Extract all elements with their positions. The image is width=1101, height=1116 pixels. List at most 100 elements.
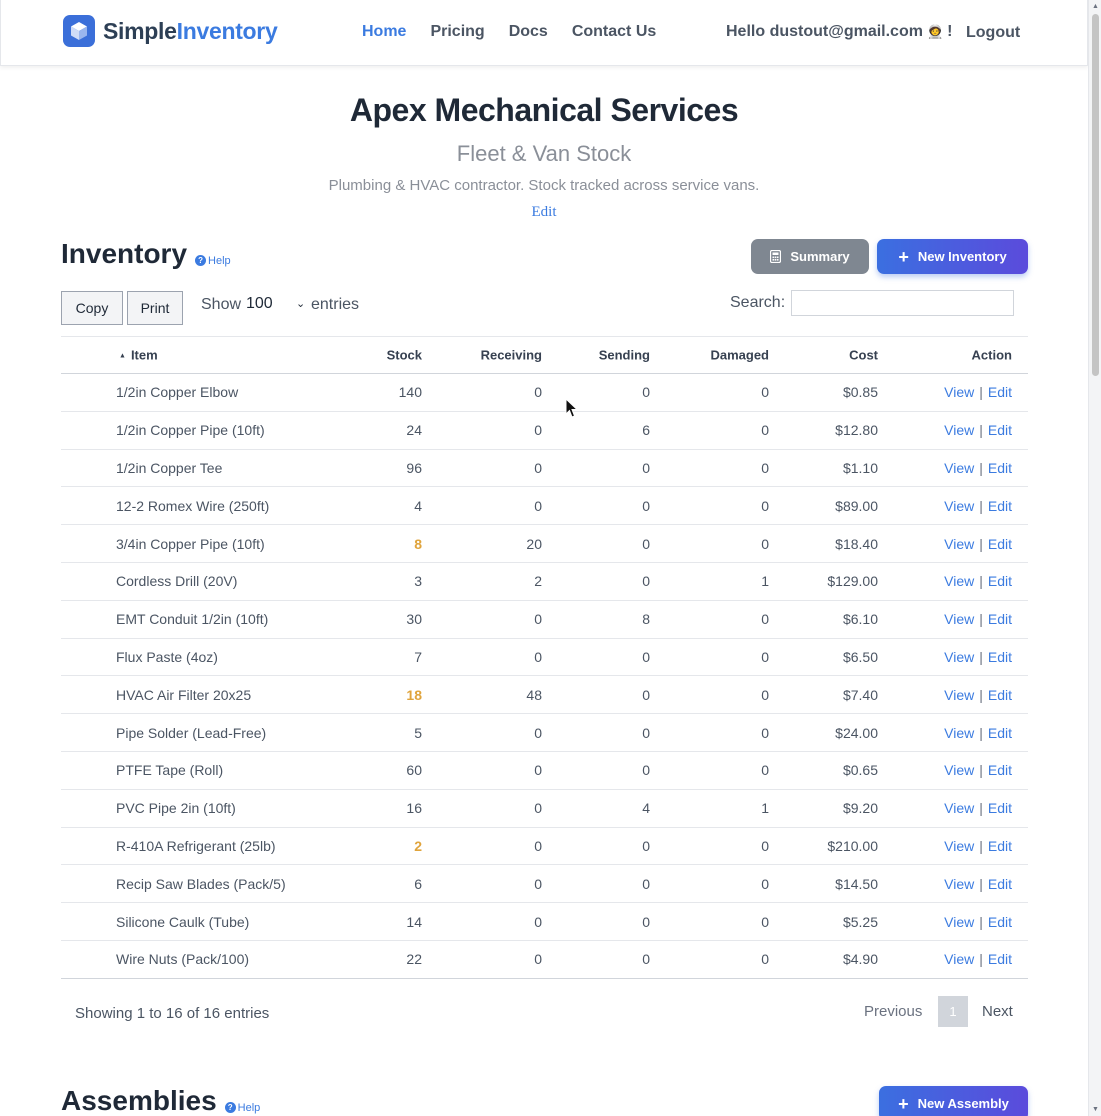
cell-action: View | Edit xyxy=(944,914,1012,930)
cell-receiving: 0 xyxy=(534,875,542,892)
cell-cost: $5.25 xyxy=(842,913,878,930)
action-separator: | xyxy=(979,724,983,741)
new-assembly-label: New Assembly xyxy=(917,1096,1009,1111)
view-link[interactable]: View xyxy=(944,498,974,514)
scrollbar-thumb[interactable] xyxy=(1092,14,1099,376)
view-link[interactable]: View xyxy=(944,649,974,665)
cell-receiving: 0 xyxy=(534,611,542,628)
cell-item: 1/2in Copper Pipe (10ft) xyxy=(116,422,265,439)
column-header-cost[interactable]: Cost xyxy=(849,348,878,363)
action-separator: | xyxy=(979,837,983,854)
view-link[interactable]: View xyxy=(944,536,974,552)
edit-company-label[interactable]: Edit xyxy=(532,204,557,220)
entries-per-page-select[interactable]: 100 xyxy=(246,295,273,313)
edit-link[interactable]: Edit xyxy=(988,384,1012,400)
column-header-sending[interactable]: Sending xyxy=(599,348,650,363)
edit-link[interactable]: Edit xyxy=(988,611,1012,627)
cell-item: HVAC Air Filter 20x25 xyxy=(116,686,252,703)
edit-link[interactable]: Edit xyxy=(988,498,1012,514)
edit-link[interactable]: Edit xyxy=(988,876,1012,892)
new-inventory-button[interactable]: + New Inventory xyxy=(877,239,1028,274)
view-link[interactable]: View xyxy=(944,951,974,967)
column-header-receiving[interactable]: Receiving xyxy=(481,348,542,363)
cell-damaged: 0 xyxy=(761,497,769,514)
view-link[interactable]: View xyxy=(944,611,974,627)
cell-receiving: 0 xyxy=(534,800,542,817)
view-link[interactable]: View xyxy=(944,838,974,854)
sort-asc-icon: ▲ xyxy=(119,352,126,360)
inventory-help-link[interactable]: ? Help xyxy=(195,255,231,267)
edit-link[interactable]: Edit xyxy=(988,838,1012,854)
edit-link[interactable]: Edit xyxy=(988,536,1012,552)
view-link[interactable]: View xyxy=(944,384,974,400)
brand-name: SimpleInventory xyxy=(103,17,278,44)
view-link[interactable]: View xyxy=(944,762,974,778)
help-label: Help xyxy=(208,254,231,267)
edit-link[interactable]: Edit xyxy=(988,951,1012,967)
table-row: Cordless Drill (20V) 3 2 0 1 $129.00 View | Edit xyxy=(61,563,1028,601)
edit-link[interactable]: Edit xyxy=(988,422,1012,438)
nav-contact-us[interactable]: Contact Us xyxy=(572,23,656,41)
action-separator: | xyxy=(979,535,983,552)
edit-link[interactable]: Edit xyxy=(988,573,1012,589)
cell-receiving: 0 xyxy=(534,951,542,968)
view-link[interactable]: View xyxy=(944,800,974,816)
nav-links: Home Pricing Docs Contact Us xyxy=(362,23,656,41)
scroll-up-arrow-icon[interactable]: ▲ xyxy=(1092,3,1099,10)
edit-link[interactable]: Edit xyxy=(988,914,1012,930)
cell-stock: 2 xyxy=(414,837,422,854)
assemblies-help-link[interactable]: ? Help xyxy=(224,1102,260,1114)
pagination-page-1[interactable]: 1 xyxy=(938,996,968,1027)
view-link[interactable]: View xyxy=(944,573,974,589)
pagination-previous[interactable]: Previous xyxy=(864,1003,922,1020)
edit-company-link[interactable]: Edit xyxy=(0,204,1088,221)
view-link[interactable]: View xyxy=(944,876,974,892)
view-link[interactable]: View xyxy=(944,914,974,930)
cell-sending: 0 xyxy=(642,724,650,741)
copy-button[interactable]: Copy xyxy=(61,291,123,325)
view-link[interactable]: View xyxy=(944,725,974,741)
pagination-next[interactable]: Next xyxy=(982,1003,1013,1020)
cell-receiving: 0 xyxy=(534,422,542,439)
brand-logo-link[interactable]: SimpleInventory xyxy=(63,15,278,47)
print-button[interactable]: Print xyxy=(127,291,183,325)
edit-link[interactable]: Edit xyxy=(988,649,1012,665)
nav-pricing[interactable]: Pricing xyxy=(430,23,484,41)
edit-link[interactable]: Edit xyxy=(988,460,1012,476)
edit-link[interactable]: Edit xyxy=(988,762,1012,778)
column-header-action: Action xyxy=(971,347,1012,363)
view-link[interactable]: View xyxy=(944,460,974,476)
chevron-down-icon[interactable]: ⌄ xyxy=(296,297,305,310)
new-assembly-button[interactable]: + New Assembly xyxy=(879,1086,1028,1116)
view-link[interactable]: View xyxy=(944,422,974,438)
nav-home[interactable]: Home xyxy=(362,23,406,41)
column-header-damaged[interactable]: Damaged xyxy=(710,348,769,363)
edit-link[interactable]: Edit xyxy=(988,800,1012,816)
nav-docs[interactable]: Docs xyxy=(509,23,548,41)
summary-button[interactable]: Summary xyxy=(751,239,869,274)
cell-damaged: 0 xyxy=(761,762,769,779)
page-scrollbar[interactable]: ▲ ▼ xyxy=(1088,0,1101,1116)
cell-stock: 7 xyxy=(414,648,422,665)
cell-cost: $12.80 xyxy=(835,422,878,439)
cell-receiving: 0 xyxy=(534,724,542,741)
cell-damaged: 0 xyxy=(761,535,769,552)
column-header-item[interactable]: ▲ Item xyxy=(119,348,158,363)
cell-receiving: 0 xyxy=(534,384,542,401)
edit-link[interactable]: Edit xyxy=(988,687,1012,703)
astronaut-icon: 🧑‍🚀 xyxy=(926,24,944,39)
scroll-down-arrow-icon[interactable]: ▼ xyxy=(1092,1106,1099,1113)
logout-link[interactable]: Logout xyxy=(966,24,1020,42)
edit-link[interactable]: Edit xyxy=(988,725,1012,741)
column-header-stock[interactable]: Stock xyxy=(387,348,422,363)
company-description: Plumbing & HVAC contractor. Stock tracke… xyxy=(328,177,760,194)
view-link[interactable]: View xyxy=(944,687,974,703)
column-item-label: Item xyxy=(130,347,158,363)
action-separator: | xyxy=(979,951,983,968)
summary-label: Summary xyxy=(790,249,850,264)
search-input[interactable] xyxy=(791,290,1014,316)
entries-label: entries xyxy=(311,296,360,313)
cell-sending: 4 xyxy=(642,800,650,817)
search-label: Search: xyxy=(730,294,786,311)
action-separator: | xyxy=(979,686,983,703)
